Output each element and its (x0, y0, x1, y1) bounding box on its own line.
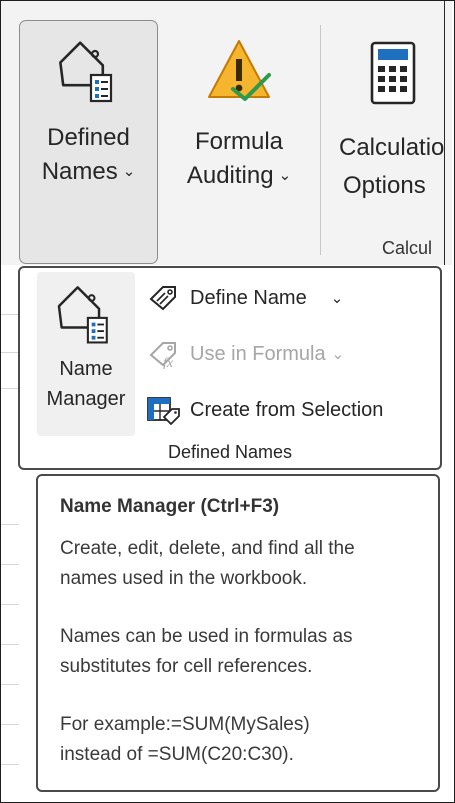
grid-line (1, 352, 19, 353)
name-manager-button[interactable]: Name Manager (37, 272, 135, 436)
define-name-label: Define Name (190, 286, 307, 309)
grid-line (1, 684, 19, 685)
calculation-group-label: Calcul (382, 238, 433, 258)
name-manager-tooltip: Name Manager (Ctrl+F3) Create, edit, del… (36, 474, 440, 792)
grid-line (1, 388, 19, 389)
tag-pencil-icon (146, 282, 182, 314)
grid-line (1, 564, 19, 565)
name-manager-label-1: Name (59, 358, 113, 380)
create-from-selection-button[interactable]: Create from Selection (146, 390, 383, 430)
use-in-formula-button[interactable]: fx Use in Formula ⌄ (146, 334, 344, 374)
defined-names-button[interactable]: Defined Names ⌄ (19, 20, 158, 264)
tooltip-example-line-1: For example:=SUM(MySales) (60, 714, 310, 735)
defined-names-label-1: Defined (47, 124, 130, 151)
tag-names-icon (53, 37, 125, 109)
tooltip-example-line-2: instead of =SUM(C20:C30). (60, 744, 294, 765)
create-from-selection-label: Create from Selection (190, 398, 384, 421)
table-tag-icon (146, 394, 182, 426)
worksheet-grid (1, 266, 19, 800)
define-name-button[interactable]: Define Name ⌄ (146, 278, 343, 318)
name-manager-label-2: Manager (46, 388, 126, 410)
calculation-options-label-2: Options (343, 172, 426, 199)
chevron-down-icon: ⌄ (122, 163, 136, 180)
formula-auditing-button[interactable]: Formula Auditing ⌄ (170, 25, 308, 215)
formula-auditing-label-1: Formula (194, 128, 284, 155)
grid-line (1, 644, 19, 645)
tag-fx-icon: fx (146, 338, 182, 370)
calculator-icon (370, 41, 416, 113)
tooltip-title: Name Manager (Ctrl+F3) (60, 496, 280, 517)
formula-auditing-label-2: Auditing ⌄ (186, 162, 292, 189)
grid-line (1, 524, 19, 525)
calculation-options-button[interactable]: Calculatio Options (330, 25, 455, 215)
warning-check-icon (203, 35, 275, 107)
tooltip-example: For example:=SUM(MySales) instead of =SUM… (60, 710, 416, 770)
tooltip-usage-note: Names can be used in formulas as substit… (60, 626, 353, 677)
tooltip-description: Create, edit, delete, and find all the n… (60, 538, 355, 589)
tag-names-icon (52, 282, 120, 350)
grid-line (1, 314, 19, 315)
grid-line (1, 604, 19, 605)
ribbon-group-separator (320, 25, 321, 255)
calculation-options-label-1: Calculatio (339, 134, 445, 161)
use-in-formula-label: Use in Formula (190, 342, 326, 365)
svg-text:fx: fx (163, 356, 174, 369)
ribbon-edge (444, 1, 445, 265)
defined-names-label-2: Names ⌄ (41, 158, 136, 185)
defined-names-dropdown: Name Manager Define Name ⌄ fx Use in For… (18, 266, 442, 470)
chevron-down-icon: ⌄ (331, 346, 345, 363)
grid-line (1, 724, 19, 725)
grid-line (1, 764, 19, 765)
defined-names-group-label: Defined Names (167, 442, 293, 462)
chevron-down-icon[interactable]: ⌄ (331, 289, 344, 307)
chevron-down-icon: ⌄ (278, 167, 292, 184)
